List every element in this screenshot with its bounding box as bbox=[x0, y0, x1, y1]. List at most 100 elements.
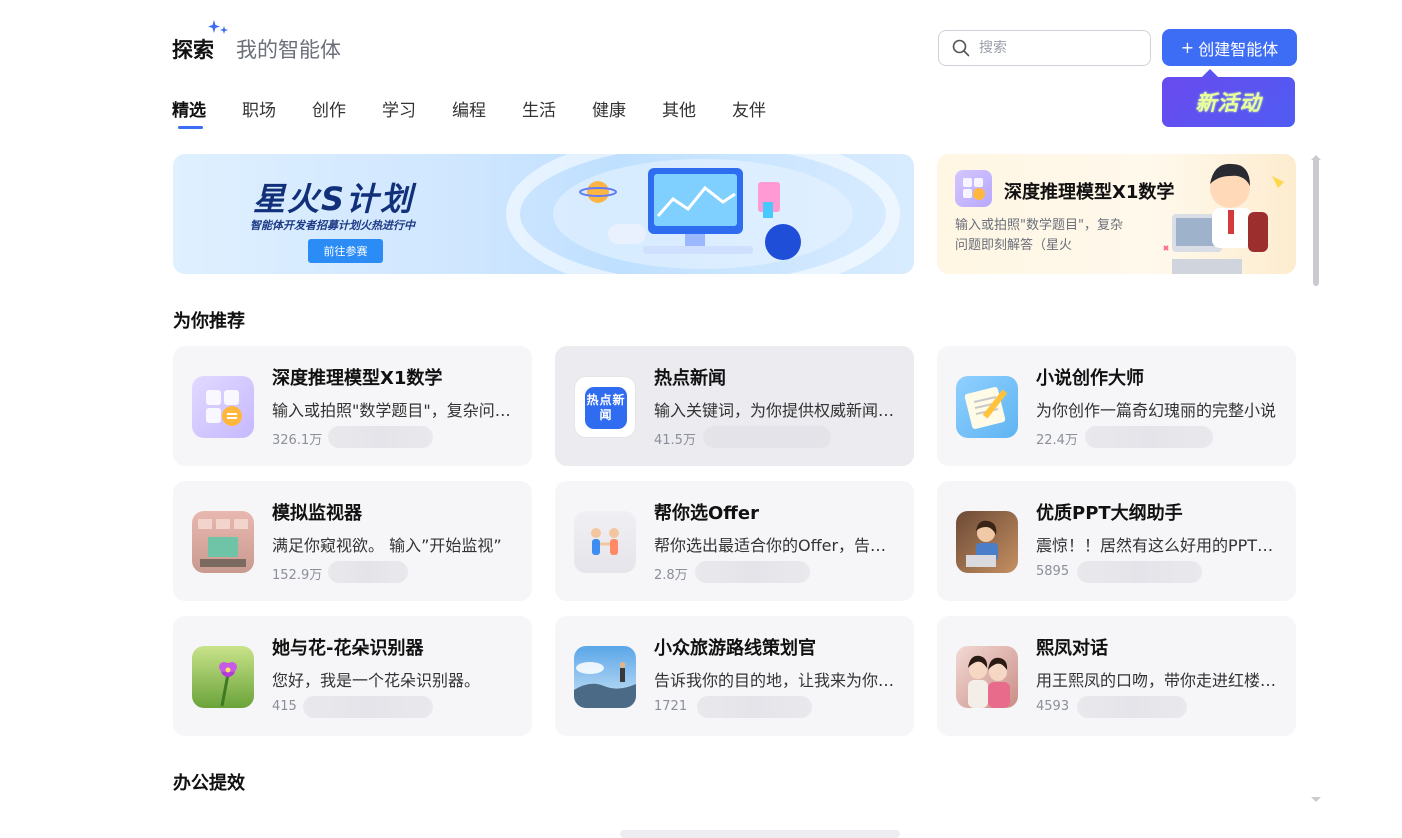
banner-side-desc: 输入或拍照"数学题目"，复杂问题即刻解答（星火 bbox=[955, 218, 1123, 253]
card-desc: 为你创作一篇奇幻瑰丽的完整小说 bbox=[1036, 401, 1277, 420]
explore-page: 探索 我的智能体 + 创建智能体 新活动 精选 职场 创作 学习 编程 生活 健… bbox=[0, 0, 1402, 838]
agent-card[interactable]: 小说创作大师 为你创作一篇奇幻瑰丽的完整小说 22.4万 bbox=[937, 346, 1296, 466]
card-count: 5895 bbox=[1036, 564, 1070, 579]
scroll-down-arrow[interactable] bbox=[1311, 797, 1321, 802]
agent-card[interactable]: 热点新闻 热点新闻 输入关键词，为你提供权威新闻资讯 41.5万 bbox=[555, 346, 914, 466]
blurred-author bbox=[695, 561, 810, 583]
math-icon bbox=[955, 170, 992, 207]
blurred-author bbox=[1085, 426, 1213, 448]
handshake-icon bbox=[574, 511, 636, 573]
tab-label: 创作 bbox=[312, 101, 346, 121]
x1-math-banner[interactable]: 深度推理模型X1数学 输入或拍照"数学题目"，复杂问题即刻解答（星火 bbox=[937, 154, 1296, 274]
banner-title: 星火S计划 bbox=[253, 180, 415, 218]
card-desc: 帮你选出最适合你的Offer，告诉你答案 bbox=[654, 536, 896, 555]
search-icon bbox=[952, 39, 970, 57]
create-agent-button[interactable]: + 创建智能体 bbox=[1162, 29, 1297, 66]
tab-other[interactable]: 其他 bbox=[662, 96, 732, 121]
tab-label: 学习 bbox=[382, 101, 416, 121]
monitor-room-icon bbox=[192, 511, 254, 573]
create-agent-label: 创建智能体 bbox=[1198, 39, 1279, 59]
blurred-author bbox=[1077, 561, 1202, 583]
card-name: 热点新闻 bbox=[654, 368, 726, 389]
card-name: 深度推理模型X1数学 bbox=[272, 368, 443, 389]
sparkle-icon bbox=[208, 20, 228, 34]
purple-flower-icon bbox=[219, 662, 237, 707]
spark-plan-banner[interactable]: 星火S计划 智能体开发者招募计划火热进行中 前往参赛 bbox=[173, 154, 914, 274]
tab-label: 生活 bbox=[522, 101, 556, 121]
card-desc: 您好，我是一个花朵识别器。 bbox=[272, 671, 481, 690]
tab-creation[interactable]: 创作 bbox=[312, 96, 382, 121]
card-desc: 满足你窥视欲。 输入”开始监视” bbox=[272, 536, 502, 555]
blurred-author bbox=[328, 426, 433, 448]
join-contest-button[interactable]: 前往参赛 bbox=[308, 239, 383, 263]
card-count: 2.8万 bbox=[654, 568, 688, 583]
two-people-icon bbox=[591, 528, 619, 555]
calculator-icon bbox=[963, 178, 985, 200]
card-name: 帮你选Offer bbox=[654, 503, 759, 524]
tab-label: 友伴 bbox=[732, 101, 766, 121]
monitor-screens-icon bbox=[198, 519, 248, 567]
tab-study[interactable]: 学习 bbox=[382, 96, 452, 121]
blurred-author bbox=[1077, 696, 1187, 718]
tab-health[interactable]: 健康 bbox=[592, 96, 662, 121]
card-desc: 输入或拍照"数学题目"，复杂问题即刻解答 bbox=[272, 401, 514, 420]
flower-icon bbox=[192, 646, 254, 708]
tab-companion[interactable]: 友伴 bbox=[732, 96, 802, 121]
tab-workplace[interactable]: 职场 bbox=[242, 96, 312, 121]
card-count: 326.1万 bbox=[272, 433, 323, 448]
category-tabs: 精选 职场 创作 学习 编程 生活 健康 其他 友伴 bbox=[172, 96, 802, 129]
section-title-office: 办公提效 bbox=[173, 773, 245, 794]
new-activity-badge[interactable]: 新活动 bbox=[1162, 69, 1295, 127]
card-name: 小众旅游路线策划官 bbox=[654, 638, 816, 659]
calculator-icon bbox=[206, 390, 242, 426]
card-desc: 告诉我你的目的地，让我来为你策划路线 bbox=[654, 671, 896, 690]
notepad-icon bbox=[956, 376, 1018, 438]
card-name: 熙凤对话 bbox=[1036, 638, 1108, 659]
tab-label: 健康 bbox=[592, 101, 626, 121]
tab-life[interactable]: 生活 bbox=[522, 96, 592, 121]
card-count: 22.4万 bbox=[1036, 433, 1078, 448]
agent-card[interactable]: 优质PPT大纲助手 震惊！！居然有这么好用的PPT大纲助手 5895 bbox=[937, 481, 1296, 601]
active-tab-indicator bbox=[178, 126, 203, 129]
my-agents-tab[interactable]: 我的智能体 bbox=[236, 34, 341, 64]
news-icon-label: 热点新闻 bbox=[585, 387, 627, 429]
card-name: 她与花-花朵识别器 bbox=[272, 638, 424, 659]
math-icon bbox=[192, 376, 254, 438]
agent-card[interactable]: 模拟监视器 满足你窥视欲。 输入”开始监视” 152.9万 bbox=[173, 481, 532, 601]
section-title-recommend: 为你推荐 bbox=[173, 311, 245, 332]
computer-illustration-icon bbox=[506, 154, 900, 274]
card-desc: 震惊！！居然有这么好用的PPT大纲助手 bbox=[1036, 536, 1278, 555]
new-activity-label: 新活动 bbox=[1195, 91, 1262, 115]
card-name: 小说创作大师 bbox=[1036, 368, 1144, 389]
tab-programming[interactable]: 编程 bbox=[452, 96, 522, 121]
card-count: 152.9万 bbox=[272, 568, 323, 583]
agent-card[interactable]: 熙凤对话 用王熙凤的口吻，带你走进红楼梦的世界 4593 bbox=[937, 616, 1296, 736]
agent-card[interactable]: 她与花-花朵识别器 您好，我是一个花朵识别器。 415 bbox=[173, 616, 532, 736]
blurred-author bbox=[703, 426, 831, 448]
tab-label: 其他 bbox=[662, 101, 696, 121]
banner-side-title: 深度推理模型X1数学 bbox=[1004, 182, 1175, 203]
card-count: 41.5万 bbox=[654, 433, 696, 448]
tab-label: 精选 bbox=[172, 101, 206, 121]
two-ladies-icon bbox=[968, 655, 1010, 708]
search-box[interactable] bbox=[938, 30, 1151, 66]
card-desc: 输入关键词，为你提供权威新闻资讯 bbox=[654, 401, 896, 420]
agent-card[interactable]: 小众旅游路线策划官 告诉我你的目的地，让我来为你策划路线 1721 bbox=[555, 616, 914, 736]
card-count: 1721 bbox=[654, 699, 688, 714]
news-icon: 热点新闻 bbox=[574, 376, 636, 438]
travel-icon bbox=[574, 646, 636, 708]
search-input[interactable] bbox=[979, 38, 1139, 58]
card-count: 415 bbox=[272, 699, 297, 714]
card-name: 模拟监视器 bbox=[272, 503, 362, 524]
person-laptop-icon bbox=[966, 520, 998, 567]
scrollbar-thumb[interactable] bbox=[1313, 158, 1319, 286]
agent-card[interactable]: 帮你选Offer 帮你选出最适合你的Offer，告诉你答案 2.8万 bbox=[555, 481, 914, 601]
agent-card[interactable]: 深度推理模型X1数学 输入或拍照"数学题目"，复杂问题即刻解答 326.1万 bbox=[173, 346, 532, 466]
card-desc: 用王熙凤的口吻，带你走进红楼梦的世界 bbox=[1036, 671, 1278, 690]
mountain-hiker-icon bbox=[574, 662, 636, 708]
tab-label: 职场 bbox=[242, 101, 276, 121]
tab-featured[interactable]: 精选 bbox=[172, 96, 242, 129]
blurred-author bbox=[328, 561, 408, 583]
footer-disclaimer bbox=[620, 830, 900, 838]
pencil-note-icon bbox=[964, 387, 1008, 429]
